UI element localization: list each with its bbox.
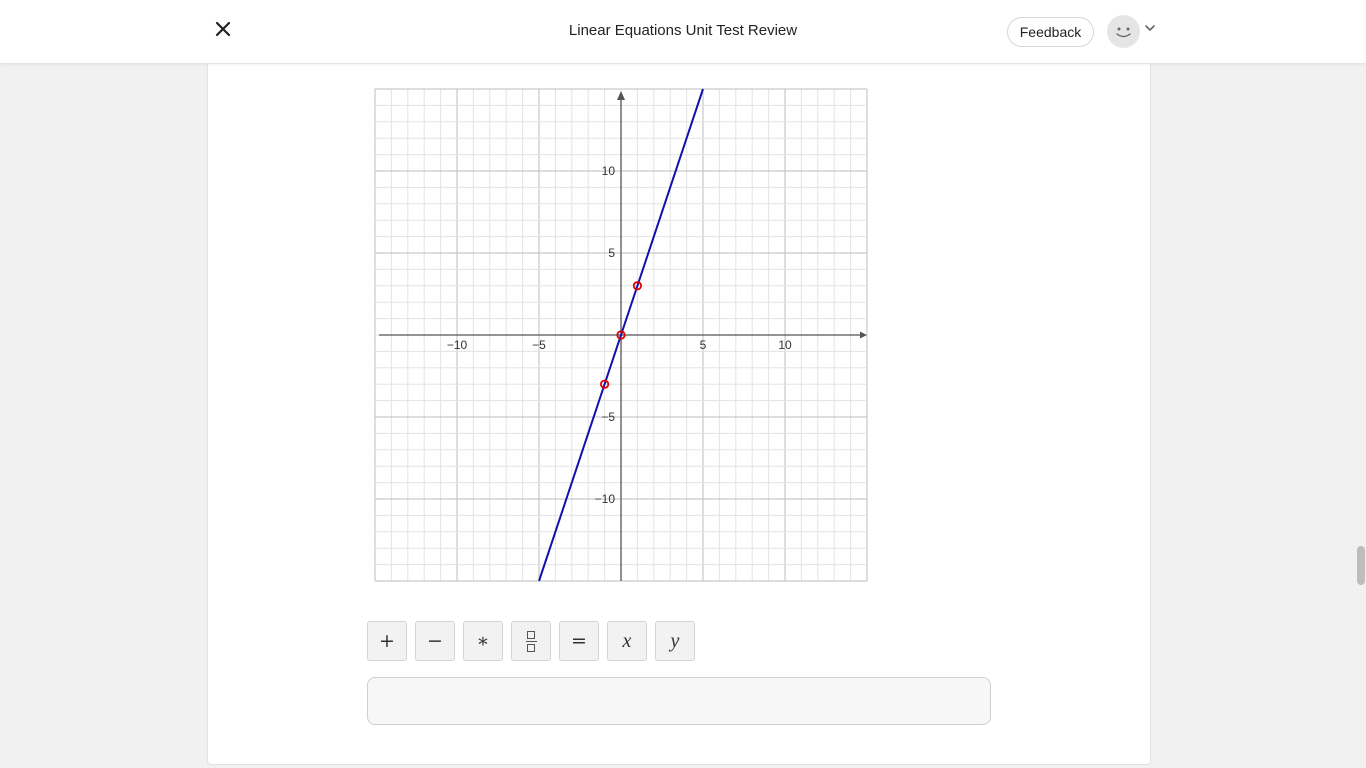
x-tick-label: −5 (532, 338, 546, 352)
y-tick-label: 10 (602, 164, 616, 178)
math-toolbar: + − ∗ = x y (367, 621, 695, 661)
x-tick-label: 10 (778, 338, 792, 352)
multiply-icon: ∗ (476, 630, 490, 652)
answer-input[interactable] (367, 677, 991, 725)
fraction-button[interactable] (511, 621, 551, 661)
close-button[interactable] (212, 18, 234, 40)
x-tick-label: 5 (700, 338, 707, 352)
multiply-button[interactable]: ∗ (463, 621, 503, 661)
variable-x: x (622, 629, 632, 652)
top-bar: Linear Equations Unit Test Review Feedba… (0, 0, 1366, 64)
variable-y: y (670, 629, 680, 652)
equals-icon: = (571, 630, 587, 652)
minus-icon: − (427, 630, 443, 652)
page-title: Linear Equations Unit Test Review (568, 22, 798, 39)
feedback-button[interactable]: Feedback (1007, 17, 1094, 47)
close-icon (215, 21, 231, 37)
equals-button[interactable]: = (559, 621, 599, 661)
coordinate-graph[interactable]: −10 −5 5 10 −10 −5 5 10 (374, 87, 869, 583)
minus-button[interactable]: − (415, 621, 455, 661)
variable-y-button[interactable]: y (655, 621, 695, 661)
plus-button[interactable]: + (367, 621, 407, 661)
variable-x-button[interactable]: x (607, 621, 647, 661)
user-menu[interactable] (1107, 14, 1159, 48)
smiley-avatar-icon (1116, 27, 1131, 38)
fraction-icon (525, 630, 537, 652)
y-tick-label: −5 (601, 410, 615, 424)
plus-icon: + (379, 630, 395, 652)
y-tick-label: 5 (608, 246, 615, 260)
x-tick-label: −10 (447, 338, 468, 352)
scrollbar-track[interactable] (1352, 64, 1366, 768)
scrollbar-thumb[interactable] (1357, 546, 1365, 585)
chevron-down-icon (1145, 25, 1155, 31)
avatar (1107, 15, 1140, 48)
y-tick-label: −10 (595, 492, 616, 506)
